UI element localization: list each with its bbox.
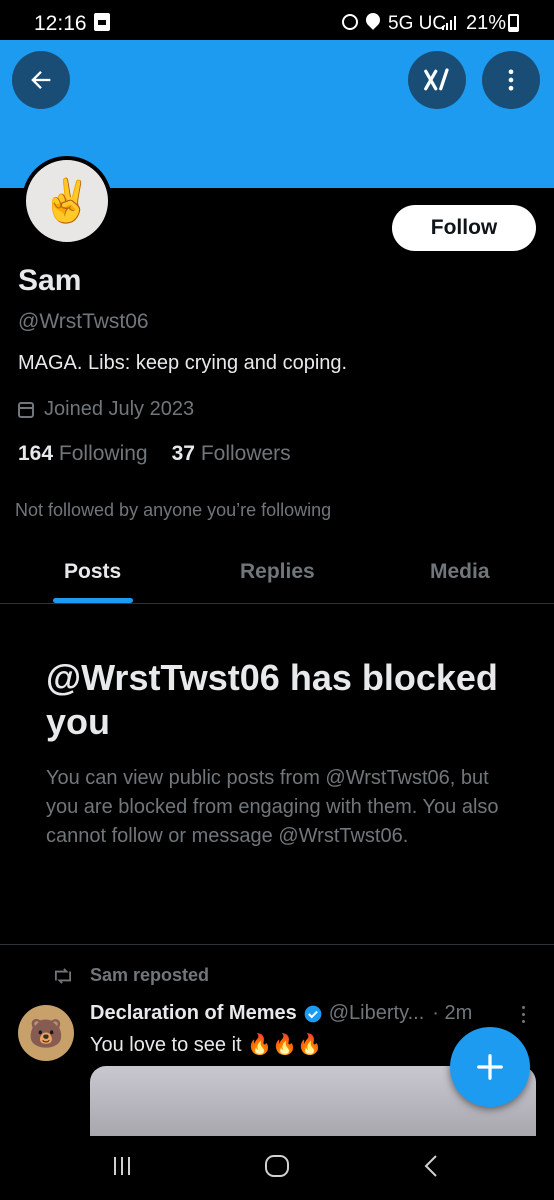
battery-percent: 21% bbox=[466, 12, 507, 34]
blocked-message: You can view public posts from @WrstTwst… bbox=[46, 767, 499, 847]
post-author-handle[interactable]: @Liberty... bbox=[329, 1002, 425, 1025]
back-nav-icon[interactable] bbox=[422, 1154, 442, 1178]
compose-post-button[interactable] bbox=[450, 1027, 530, 1107]
follow-button[interactable]: Follow bbox=[392, 205, 536, 251]
post-author-name[interactable]: Declaration of Memes bbox=[90, 1002, 297, 1025]
active-tab-indicator bbox=[53, 598, 133, 603]
profile-bio: MAGA. Libs: keep crying and coping. bbox=[18, 352, 348, 374]
repost-icon bbox=[55, 967, 71, 984]
network-type: 5G UC bbox=[388, 13, 447, 34]
grok-button[interactable] bbox=[408, 51, 466, 109]
more-options-button[interactable] bbox=[482, 51, 540, 109]
grok-icon bbox=[424, 68, 449, 91]
notification-bag-icon bbox=[94, 13, 110, 31]
repost-label: Sam reposted bbox=[90, 965, 210, 985]
not-followed-notice: Not followed by anyone you’re following bbox=[15, 500, 332, 520]
joined-date: Joined July 2023 bbox=[18, 398, 194, 421]
followers-count: 37 bbox=[171, 442, 195, 465]
following-count: 164 bbox=[18, 442, 54, 465]
peace-hand-emoji: ✌️ bbox=[40, 176, 94, 224]
profile-name: Sam bbox=[18, 264, 82, 297]
status-time: 12:16 bbox=[34, 12, 87, 35]
tab-posts[interactable]: Posts bbox=[64, 560, 121, 584]
repost-indicator: Sam reposted bbox=[52, 965, 209, 986]
plus-icon bbox=[477, 1054, 503, 1080]
following-stat[interactable]: 164 Following bbox=[18, 442, 148, 466]
arrow-left-icon bbox=[31, 71, 51, 89]
back-button[interactable] bbox=[12, 51, 70, 109]
post-more-icon[interactable] bbox=[520, 1006, 528, 1026]
status-bar: 12:16 5G UC 21% bbox=[0, 0, 554, 40]
signal-icon bbox=[442, 14, 458, 30]
follow-stats: 164 Following 37 Followers bbox=[18, 442, 291, 466]
verified-badge-icon bbox=[304, 1005, 322, 1022]
post-header: Declaration of Memes @Liberty... · 2m bbox=[90, 1002, 472, 1025]
alarm-icon bbox=[342, 14, 358, 30]
blocked-title: @WrstTwst06 has blocked you bbox=[46, 657, 498, 742]
profile-handle: @WrstTwst06 bbox=[18, 310, 149, 333]
post-text: You love to see it 🔥🔥🔥 bbox=[90, 1034, 322, 1056]
post-timestamp: · 2m bbox=[432, 1002, 473, 1024]
home-icon[interactable] bbox=[264, 1154, 290, 1178]
system-navigation-bar bbox=[0, 1136, 554, 1200]
bear-avatar-emoji: 🐻 bbox=[28, 1017, 64, 1049]
tab-replies[interactable]: Replies bbox=[240, 560, 315, 584]
post-author-avatar[interactable]: 🐻 bbox=[18, 1005, 74, 1061]
calendar-icon bbox=[18, 401, 34, 418]
joined-text: Joined July 2023 bbox=[44, 398, 195, 420]
recent-apps-icon[interactable] bbox=[110, 1154, 134, 1178]
section-divider bbox=[0, 944, 554, 945]
followers-stat[interactable]: 37 Followers bbox=[172, 442, 291, 466]
followers-label: Followers bbox=[200, 442, 291, 465]
profile-tabs: Posts Replies Media bbox=[0, 540, 554, 604]
following-label: Following bbox=[58, 442, 148, 465]
tab-media[interactable]: Media bbox=[430, 560, 490, 584]
more-vertical-icon bbox=[508, 69, 514, 91]
profile-avatar[interactable]: ✌️ bbox=[22, 156, 112, 246]
battery-icon bbox=[508, 14, 519, 32]
location-icon bbox=[363, 10, 383, 30]
